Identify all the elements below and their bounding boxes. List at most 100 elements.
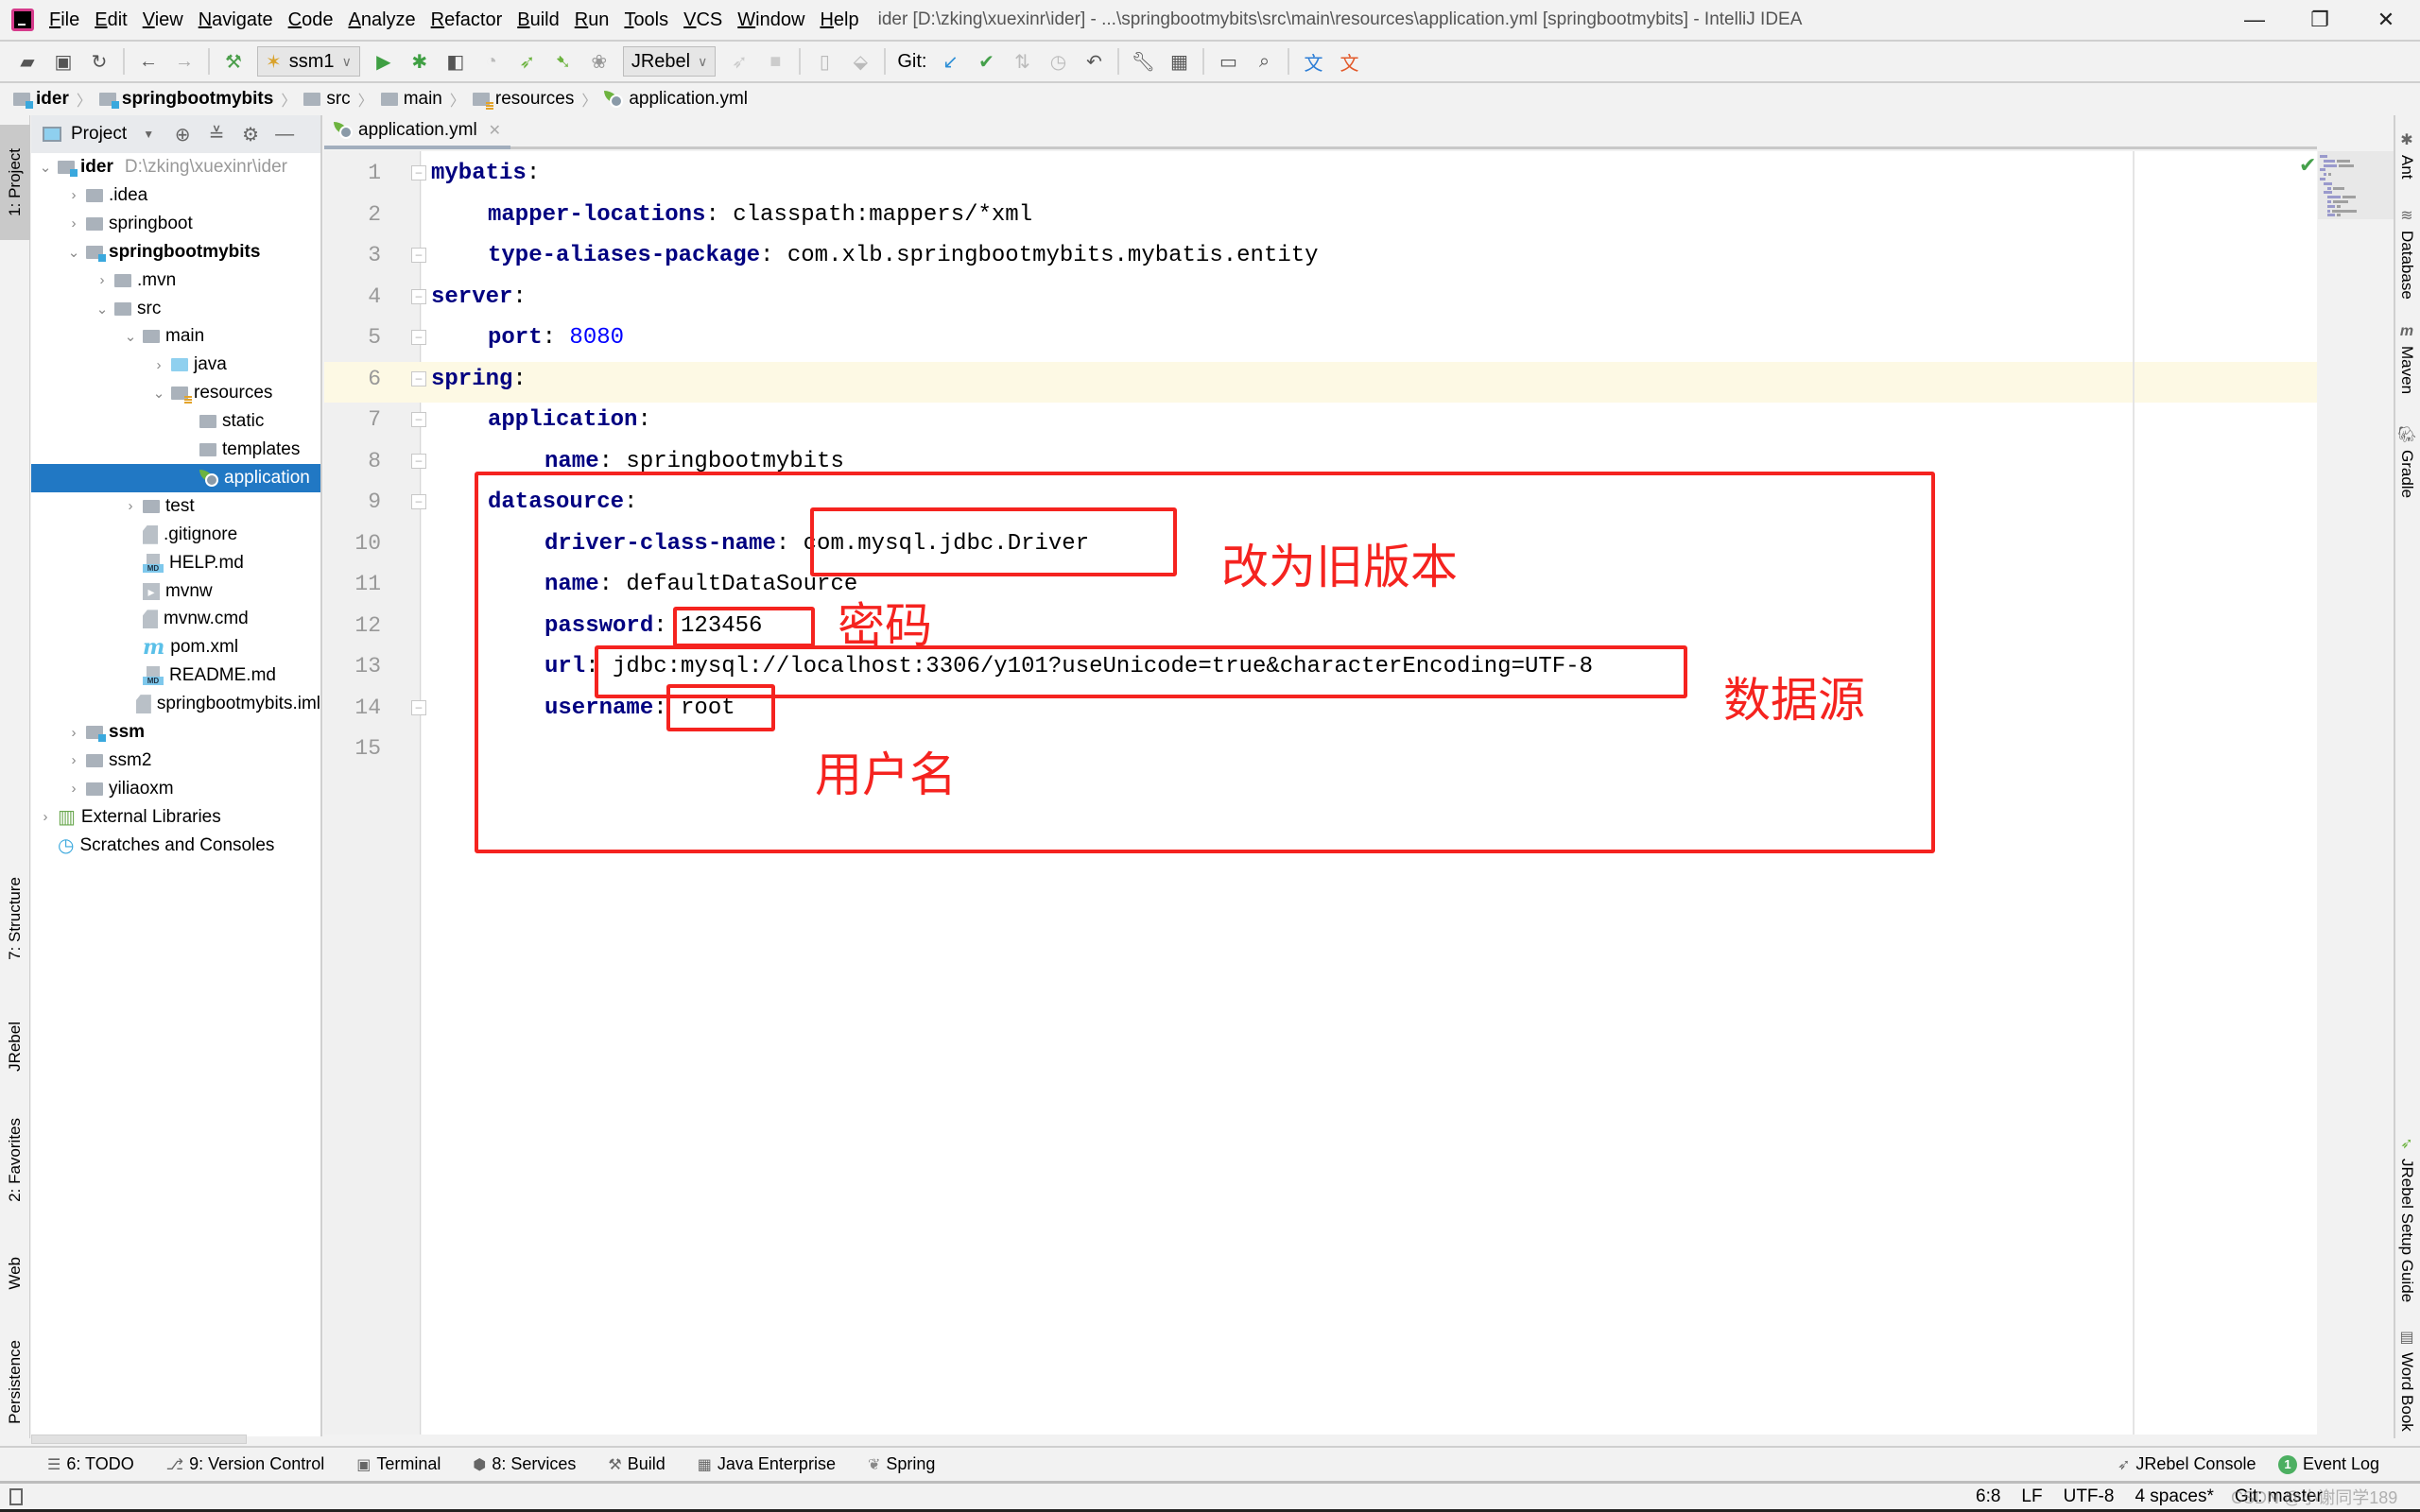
tool-tab-web[interactable]: Web: [0, 1230, 30, 1315]
forward-icon[interactable]: →: [170, 47, 199, 76]
tree-item[interactable]: m pom.xml: [31, 633, 320, 662]
menu-analyze[interactable]: Analyze: [348, 9, 415, 31]
close-button[interactable]: ✕: [2358, 0, 2414, 40]
code-line[interactable]: type-aliases-package: com.xlb.springboot…: [488, 235, 1319, 276]
chevron-right-icon[interactable]: ›: [65, 187, 82, 203]
settings-wrench-icon[interactable]: 🔧︎: [1129, 47, 1157, 76]
tree-item[interactable]: ▸ mvnw: [31, 577, 320, 606]
project-structure-icon[interactable]: ▦: [1165, 47, 1193, 76]
tree-item[interactable]: ⌄ resources: [31, 379, 320, 407]
fold-marker-icon[interactable]: –: [411, 699, 426, 715]
menu-help[interactable]: Help: [820, 9, 858, 31]
file-encoding[interactable]: UTF-8: [2064, 1486, 2115, 1507]
caret-position[interactable]: 6:8: [1976, 1486, 2000, 1507]
menu-code[interactable]: Code: [288, 9, 334, 31]
save-icon[interactable]: ▣: [49, 47, 78, 76]
jrebel-debug-icon[interactable]: ➷: [549, 47, 578, 76]
code-line[interactable]: mybatis:: [431, 153, 554, 194]
tool-tab-event-log[interactable]: 1 Event Log: [2278, 1454, 2379, 1474]
hide-panel-icon[interactable]: —: [272, 124, 297, 146]
tree-item[interactable]: › ssm: [31, 718, 320, 747]
menu-view[interactable]: View: [143, 9, 183, 31]
deploy-icon[interactable]: ⬙: [846, 47, 874, 76]
menu-window[interactable]: Window: [737, 9, 804, 31]
tree-item[interactable]: › .idea: [31, 181, 320, 210]
fold-marker-icon[interactable]: –: [411, 330, 426, 345]
breadcrumb-item[interactable]: resources: [472, 89, 574, 110]
tree-item[interactable]: › springboot: [31, 210, 320, 238]
tool-tab-word-book[interactable]: ▤ Word Book: [2394, 1328, 2420, 1432]
tool-tab-database[interactable]: ≋ Database: [2394, 206, 2420, 300]
line-separator[interactable]: LF: [2021, 1486, 2042, 1507]
code-line[interactable]: port: 8080: [488, 318, 624, 358]
chevron-down-icon[interactable]: ⌄: [122, 328, 139, 345]
fold-marker-icon[interactable]: –: [411, 288, 426, 304]
chevron-down-icon[interactable]: ⌄: [94, 301, 111, 318]
git-update-icon[interactable]: ↙: [936, 47, 964, 76]
tool-tab-spring[interactable]: ❦ Spring: [868, 1454, 935, 1474]
fold-marker-icon[interactable]: –: [411, 370, 426, 387]
chevron-right-icon[interactable]: ›: [65, 725, 82, 741]
menu-build[interactable]: Build: [517, 9, 559, 31]
chevron-right-icon[interactable]: ›: [65, 752, 82, 768]
tool-tab-services[interactable]: ⬢ 8: Services: [473, 1454, 576, 1474]
menu-run[interactable]: Run: [575, 9, 610, 31]
tree-item[interactable]: › ▥ External Libraries: [31, 803, 320, 832]
tool-tab-gradle[interactable]: 🐘︎ Gradle: [2394, 425, 2420, 498]
settings-gear-icon[interactable]: ⚙: [238, 123, 263, 146]
search-icon[interactable]: ⌕: [1250, 47, 1278, 76]
tool-tab-ant[interactable]: ✱ Ant: [2394, 130, 2420, 180]
menu-edit[interactable]: Edit: [95, 9, 127, 31]
menu-navigate[interactable]: Navigate: [199, 9, 273, 31]
tool-tab-jrebel-console[interactable]: ➶ JRebel Console: [2118, 1454, 2256, 1474]
code-line[interactable]: spring:: [431, 359, 540, 400]
fold-marker-icon[interactable]: –: [411, 165, 426, 180]
tool-tab-maven[interactable]: m Maven: [2394, 323, 2420, 394]
jrebel-run-icon[interactable]: ➶: [513, 47, 542, 76]
chevron-down-icon[interactable]: ⌄: [37, 159, 54, 176]
indent-setting[interactable]: 4 spaces*: [2135, 1486, 2213, 1507]
jrebel-attach-icon[interactable]: ❀: [585, 47, 614, 76]
tool-tab-java-enterprise[interactable]: ▦ Java Enterprise: [698, 1454, 836, 1474]
fold-marker-icon[interactable]: –: [411, 494, 426, 509]
fold-marker-icon[interactable]: –: [411, 412, 426, 427]
editor-tab-application-yml[interactable]: application.yml ✕: [324, 115, 511, 149]
translate-replace-icon[interactable]: 文: [1335, 47, 1363, 76]
tree-item[interactable]: › .mvn: [31, 266, 320, 295]
tree-item[interactable]: .gitignore: [31, 521, 320, 549]
breadcrumb-item[interactable]: main: [380, 89, 442, 110]
chevron-right-icon[interactable]: ›: [65, 781, 82, 797]
translate-icon[interactable]: 文: [1299, 47, 1327, 76]
jrebel-update-icon[interactable]: ➶: [725, 47, 753, 76]
run-window-icon[interactable]: ▭: [1214, 47, 1242, 76]
tree-item[interactable]: HELP.md: [31, 549, 320, 577]
code-line[interactable]: server:: [431, 277, 540, 318]
build-hammer-icon[interactable]: ⚒: [219, 47, 248, 76]
tree-item[interactable]: mvnw.cmd: [31, 605, 320, 633]
back-icon[interactable]: ←: [134, 47, 163, 76]
locate-file-icon[interactable]: ⊕: [170, 123, 195, 146]
sync-icon[interactable]: ↻: [85, 47, 113, 76]
git-push-icon[interactable]: ⇅: [1008, 47, 1036, 76]
tree-item[interactable]: ⌄ src: [31, 295, 320, 323]
tree-item[interactable]: ⌄ ider D:\zking\xuexinr\ider: [31, 153, 320, 181]
tree-item[interactable]: › test: [31, 492, 320, 521]
breadcrumb-item[interactable]: springbootmybits: [98, 89, 273, 110]
tool-tab-structure[interactable]: 7: Structure: [0, 862, 30, 975]
code-minimap[interactable]: [2318, 151, 2394, 219]
profile-icon[interactable]: ◔: [477, 47, 506, 76]
chevron-right-icon[interactable]: ›: [65, 215, 82, 232]
fold-marker-icon[interactable]: –: [411, 248, 426, 263]
tree-item[interactable]: static: [31, 407, 320, 436]
minimize-button[interactable]: —: [2226, 0, 2283, 40]
menu-file[interactable]: File: [49, 9, 79, 31]
stop-icon[interactable]: ■: [761, 47, 789, 76]
tool-tab-jrebel[interactable]: JRebel: [0, 1004, 30, 1089]
git-history-icon[interactable]: ◷: [1044, 47, 1072, 76]
fold-marker-icon[interactable]: –: [411, 453, 426, 469]
tree-item[interactable]: README.md: [31, 662, 320, 690]
tree-item[interactable]: › java: [31, 351, 320, 379]
chevron-down-icon[interactable]: ⌄: [65, 244, 82, 261]
menu-vcs[interactable]: VCS: [683, 9, 722, 31]
tool-tab-build[interactable]: ⚒ Build: [608, 1454, 665, 1474]
